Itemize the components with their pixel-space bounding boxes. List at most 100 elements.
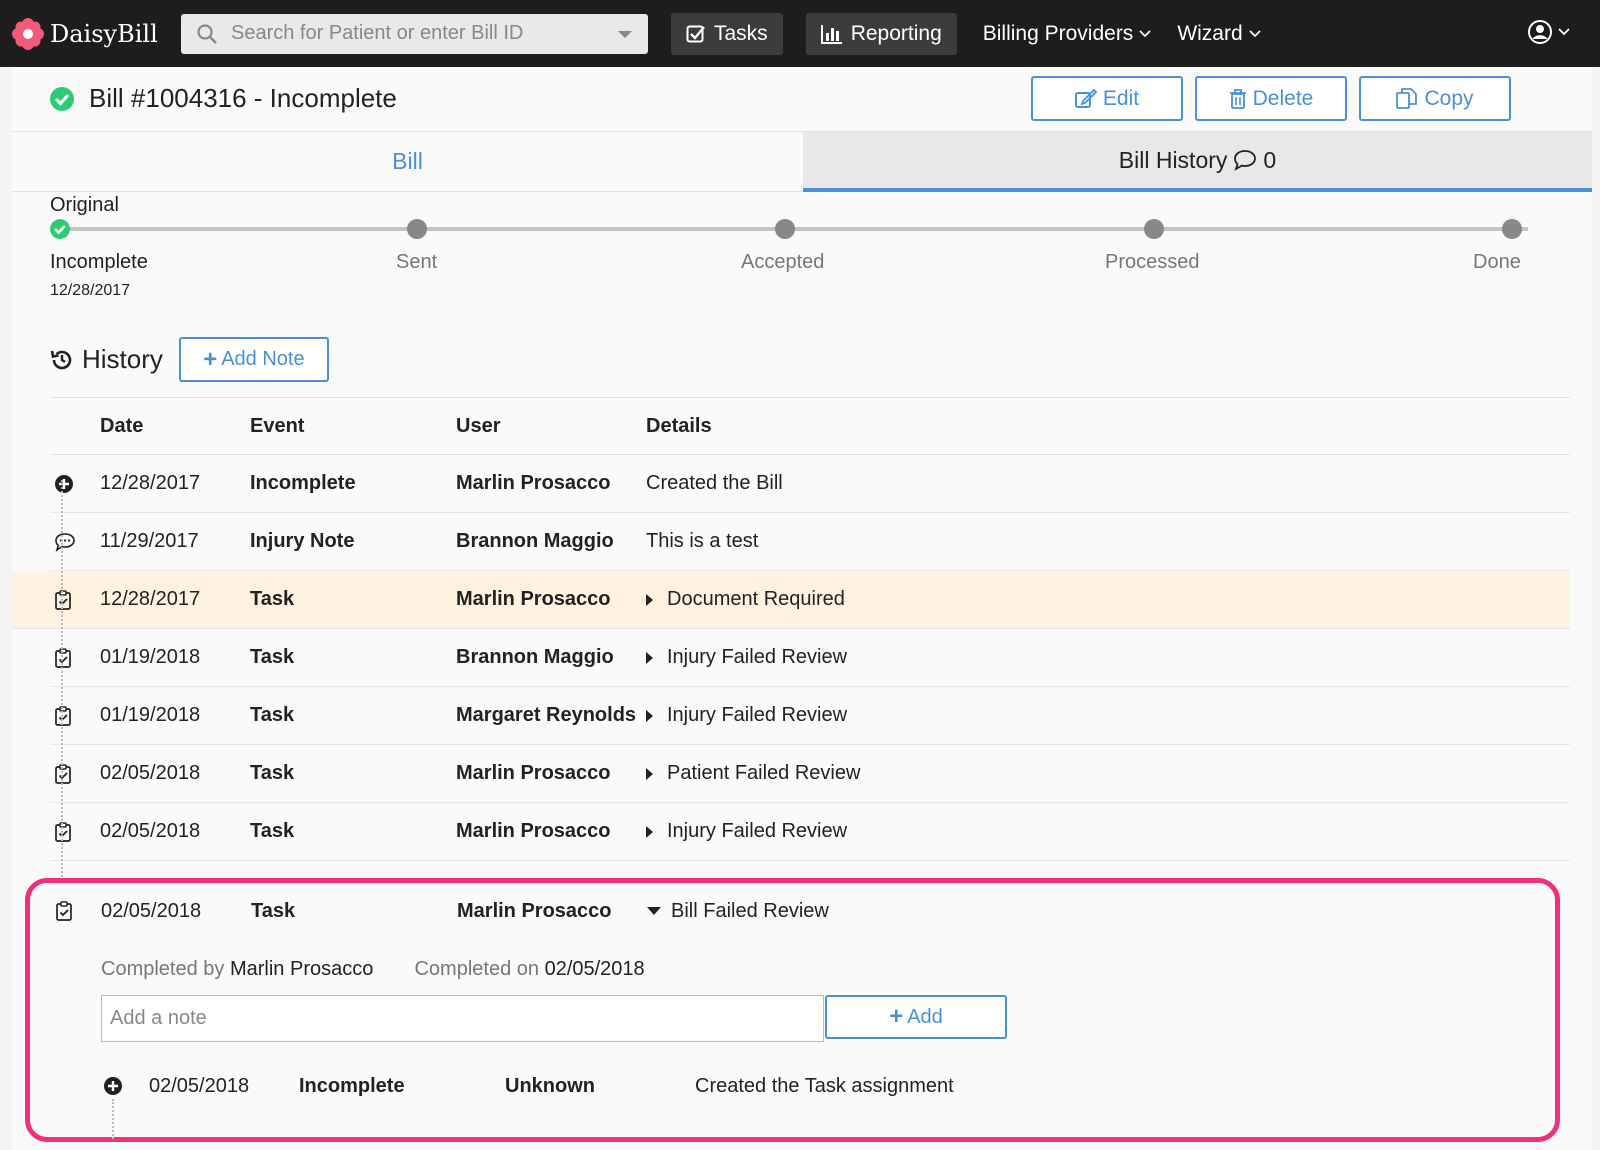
copy-button[interactable]: Copy [1359,76,1511,121]
table-row[interactable]: 02/05/2018 Task Marlin Prosacco Injury F… [50,803,1570,861]
search-box[interactable] [181,13,648,54]
trash-icon [1229,88,1246,109]
caret-right-icon [646,767,653,780]
bill-tabs: Bill Bill History 0 [12,132,1592,192]
row-details-toggle[interactable]: Patient Failed Review [646,745,860,802]
row-date: 02/05/2018 [101,899,202,922]
row-user: Brannon Maggio [456,530,614,552]
history-header: History + Add Note [50,337,329,382]
plus-circle-icon [55,475,73,493]
row-event: Injury Note [250,530,355,552]
row-details-toggle[interactable]: Document Required [646,571,845,628]
row-event: Task [251,899,296,922]
row-date: 11/29/2017 [100,530,199,552]
daisy-logo-icon [12,17,44,50]
row-user: Marlin Prosacco [456,762,611,784]
row-user: Unknown [505,1074,595,1097]
table-row[interactable]: 01/19/2018 Task Brannon Maggio Injury Fa… [50,629,1570,687]
wizard-menu[interactable]: Wizard [1177,22,1261,46]
plus-icon: + [203,345,218,373]
tasks-button[interactable]: Tasks [671,12,783,55]
table-row-expanded[interactable]: 02/05/2018 Task Marlin Prosacco Bill Fai… [55,883,1555,939]
tab-bill-history[interactable]: Bill History 0 [803,132,1592,192]
col-details[interactable]: Details [646,398,712,454]
history-table: Date Event User Details 12/28/2017 Incom… [12,397,1570,861]
row-event: Incomplete [250,472,356,494]
table-row[interactable]: 01/19/2018 Task Margaret Reynolds Injury… [50,687,1570,745]
caret-right-icon [646,709,653,722]
step-dot-done [1502,219,1522,239]
brand-logo[interactable]: DaisyBill [12,17,162,50]
billing-providers-label: Billing Providers [982,21,1134,45]
row-date: 12/28/2017 [100,472,201,494]
page-title: Bill #1004316 - Incomplete [49,83,397,114]
row-event: Task [250,762,295,784]
add-button[interactable]: + Add [825,995,1007,1039]
row-details-toggle[interactable]: Injury Failed Review [646,687,847,744]
step-label-done: Done [1473,251,1521,273]
row-details: Created the Bill [646,472,783,494]
completed-by-value: Marlin Prosacco [229,958,374,980]
reporting-button[interactable]: Reporting [805,12,957,55]
col-user[interactable]: User [456,398,500,454]
row-details: Bill Failed Review [671,899,829,922]
row-date: 01/19/2018 [100,704,201,726]
table-row: 11/29/2017 Injury Note Brannon Maggio Th… [50,513,1570,571]
row-user: Marlin Prosacco [456,472,611,494]
completed-by-label: Completed by [101,958,225,980]
delete-button[interactable]: Delete [1195,76,1347,121]
search-dropdown-caret-icon[interactable] [618,30,632,38]
row-event: Incomplete [299,1074,405,1097]
col-event[interactable]: Event [250,398,304,454]
row-details: Created the Task assignment [695,1074,954,1097]
table-row[interactable]: 02/05/2018 Task Marlin Prosacco Patient … [50,745,1570,803]
search-icon [197,23,217,44]
table-row-highlighted[interactable]: 12/28/2017 Task Marlin Prosacco Document… [12,571,1570,629]
completed-on-label: Completed on [414,958,540,980]
checkbox-icon [686,25,705,42]
billing-providers-menu[interactable]: Billing Providers [983,22,1152,46]
history-count-badge: 0 [1263,146,1277,173]
row-user: Margaret Reynolds [456,704,637,726]
row-user: Marlin Prosacco [456,588,611,610]
tab-bill[interactable]: Bill [12,132,803,192]
add-note-input[interactable] [101,995,824,1042]
completed-on-value: 02/05/2018 [544,958,645,980]
row-date: 02/05/2018 [100,820,201,842]
row-details-toggle[interactable]: Injury Failed Review [646,629,847,686]
brand-name: DaisyBill [50,19,158,48]
caret-right-icon [646,651,653,664]
row-details: Injury Failed Review [667,646,848,668]
row-details: Document Required [667,588,845,610]
row-date: 12/28/2017 [100,588,201,610]
copy-icon [1396,87,1418,109]
add-note-button[interactable]: + Add Note [178,337,329,382]
chevron-down-icon [1139,29,1151,37]
bill-title: Bill #1004316 - Incomplete [89,83,397,113]
clipboard-check-icon [55,648,71,668]
row-date: 02/05/2018 [100,762,201,784]
row-details-toggle[interactable]: Injury Failed Review [646,803,847,860]
row-event: Task [250,704,295,726]
history-icon [50,350,72,369]
step-label-processed: Processed [1105,251,1200,273]
row-user: Marlin Prosacco [457,899,612,922]
tab-history-label: Bill History [1118,146,1228,173]
row-details-toggle[interactable]: Bill Failed Review [647,883,829,939]
delete-label: Delete [1252,86,1314,110]
user-menu[interactable] [1528,20,1570,44]
step-label-incomplete: Incomplete [50,251,148,273]
completion-info: Completed by Marlin Prosacco Completed o… [101,958,645,981]
chevron-down-icon [1558,28,1570,36]
plus-icon: + [889,1003,904,1030]
clipboard-check-icon [55,706,71,726]
edit-button[interactable]: Edit [1031,76,1183,121]
col-date[interactable]: Date [100,398,143,454]
step-complete-check-icon [50,219,70,239]
progress-label: Original [50,194,119,216]
sub-table-row: 02/05/2018 Incomplete Unknown Created th… [101,1061,1521,1111]
clipboard-check-icon [55,822,71,842]
search-input[interactable] [231,22,591,45]
add-note-label: Add Note [221,348,305,370]
clipboard-check-icon [56,901,72,921]
